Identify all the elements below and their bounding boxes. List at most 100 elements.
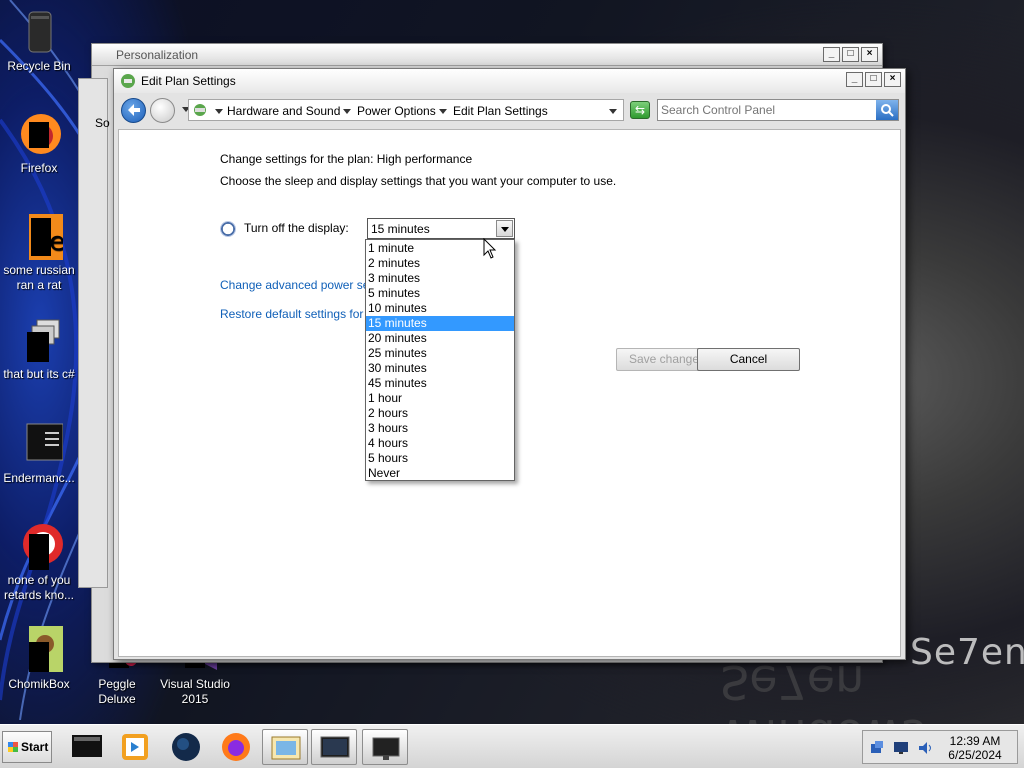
breadcrumb-caret-icon[interactable] <box>339 104 355 118</box>
terminal-icon <box>72 735 102 757</box>
dropdown-option[interactable]: 5 hours <box>366 451 514 466</box>
display-clock-icon <box>220 221 236 237</box>
taskbar-cmd[interactable] <box>64 729 110 765</box>
dropdown-option[interactable]: 20 minutes <box>366 331 514 346</box>
dropdown-option[interactable]: 30 minutes <box>366 361 514 376</box>
network-icon[interactable] <box>869 740 885 756</box>
taskbar-media-player[interactable] <box>112 729 158 765</box>
windows-stack-icon <box>15 316 63 364</box>
desktop-icon-endermanch[interactable]: Endermanc... <box>0 420 78 486</box>
desktop-icon-label: ChomikBox <box>8 677 70 691</box>
taskbar-personalization[interactable] <box>262 729 308 765</box>
window-title: Edit Plan Settings <box>141 74 236 88</box>
restore-default-settings-link[interactable]: Restore default settings for <box>220 307 368 321</box>
partial-text: So <box>95 116 110 130</box>
display-timeout-options-list[interactable]: 1 minute 2 minutes 3 minutes 5 minutes 10 mi… <box>365 239 515 481</box>
dropdown-option[interactable]: 15 minutes <box>366 316 514 331</box>
media-player-icon <box>122 734 148 760</box>
dropdown-option[interactable]: Never <box>366 466 514 481</box>
dropdown-option[interactable]: 3 hours <box>366 421 514 436</box>
background-window-partial[interactable]: So <box>78 78 110 588</box>
desktop-icon-russian-rat[interactable]: e some russian ran a rat <box>0 212 78 293</box>
control-panel-icon <box>194 104 206 116</box>
opera-icon <box>15 522 63 570</box>
dropdown-option[interactable]: 45 minutes <box>366 376 514 391</box>
selected-value: 15 minutes <box>371 222 430 236</box>
breadcrumb-caret-icon[interactable] <box>211 104 227 118</box>
desktop-icon-chomikbox[interactable]: ChomikBox <box>0 626 78 692</box>
taskbar: Start 12:39 AM 6/25/2024 <box>0 724 1024 768</box>
chomikbox-icon <box>15 626 63 674</box>
maximize-button[interactable]: □ <box>842 47 859 62</box>
breadcrumb-hardware-and-sound[interactable]: Hardware and Sound <box>227 104 340 118</box>
search-input[interactable] <box>661 102 876 118</box>
breadcrumb[interactable]: Hardware and Sound Power Options Edit Pl… <box>188 99 624 121</box>
desktop-icon-label: Recycle Bin <box>7 59 71 73</box>
desktop-icon-that-but-csharp[interactable]: that but its c# <box>0 316 78 382</box>
power-options-icon <box>120 73 136 89</box>
system-clock[interactable]: 12:39 AM 6/25/2024 <box>935 734 1015 762</box>
monitor-tray-icon[interactable] <box>893 740 909 756</box>
refresh-icon: ⇆ <box>634 103 646 117</box>
dropdown-option[interactable]: 25 minutes <box>366 346 514 361</box>
taskbar-globe[interactable] <box>163 729 209 765</box>
firefox-icon <box>15 110 63 158</box>
breadcrumb-power-options[interactable]: Power Options <box>357 104 436 118</box>
dropdown-option[interactable]: 3 minutes <box>366 271 514 286</box>
file-icon: e <box>15 212 65 260</box>
personalization-titlebar[interactable]: Personalization _ □ × <box>92 44 882 66</box>
desktop-icon-label: Firefox <box>20 161 58 175</box>
svg-text:e: e <box>49 227 63 257</box>
firefox-icon <box>222 733 250 761</box>
dropdown-option[interactable]: 10 minutes <box>366 301 514 316</box>
minimize-button[interactable]: _ <box>823 47 840 62</box>
taskbar-edit-plan-settings[interactable] <box>311 729 357 765</box>
plan-subheading: Choose the sleep and display settings th… <box>220 174 617 188</box>
globe-icon <box>172 733 200 761</box>
maximize-button[interactable]: □ <box>865 72 882 87</box>
personalization-title: Personalization <box>116 48 199 62</box>
desktop-icon-label: Endermanc... <box>3 471 75 485</box>
close-button[interactable]: × <box>884 72 901 87</box>
refresh-button[interactable]: ⇆ <box>630 101 650 119</box>
windows-logo-icon <box>8 742 18 752</box>
address-bar: Hardware and Sound Power Options Edit Pl… <box>118 95 901 125</box>
cancel-button[interactable]: Cancel <box>697 348 800 371</box>
search-box[interactable] <box>657 99 899 121</box>
close-button[interactable]: × <box>861 47 878 62</box>
start-button[interactable]: Start <box>2 731 52 763</box>
clock-date: 6/25/2024 <box>948 748 1002 762</box>
desktop-icon-opera[interactable]: none of you retards kno... <box>0 522 78 603</box>
search-button[interactable] <box>876 100 898 120</box>
taskbar-firefox[interactable] <box>213 729 259 765</box>
minimize-button[interactable]: _ <box>846 72 863 87</box>
chevron-down-icon <box>501 227 509 232</box>
window-titlebar[interactable]: Edit Plan Settings _ □ × <box>114 69 905 93</box>
taskbar-display-settings[interactable] <box>362 729 408 765</box>
desktop-icon-recycle-bin[interactable]: Recycle Bin <box>0 8 78 74</box>
dropdown-option[interactable]: 2 hours <box>366 406 514 421</box>
address-dropdown-icon[interactable] <box>605 104 621 118</box>
monitor-icon <box>320 736 350 758</box>
search-icon <box>881 104 894 117</box>
desktop-icon-firefox[interactable]: Firefox <box>0 110 78 176</box>
turn-off-display-label: Turn off the display: <box>244 221 349 235</box>
terminal-icon <box>15 420 64 468</box>
breadcrumb-caret-icon[interactable] <box>435 104 451 118</box>
notification-area: 12:39 AM 6/25/2024 <box>862 730 1018 764</box>
change-advanced-power-settings-link[interactable]: Change advanced power se <box>220 278 370 292</box>
desktop-icon-label: none of you retards kno... <box>3 573 75 602</box>
wallpaper-logo-text: Se7en <box>910 632 1024 673</box>
dropdown-option[interactable]: 5 minutes <box>366 286 514 301</box>
turn-off-display-select[interactable]: 15 minutes <box>367 218 515 239</box>
back-button[interactable] <box>121 98 146 123</box>
desktop-icon-label: Peggle Deluxe <box>98 677 136 706</box>
breadcrumb-edit-plan-settings[interactable]: Edit Plan Settings <box>453 104 548 118</box>
dropdown-option[interactable]: 1 hour <box>366 391 514 406</box>
forward-button[interactable] <box>150 98 175 123</box>
dropdown-option[interactable]: 4 hours <box>366 436 514 451</box>
dropdown-button[interactable] <box>496 220 513 237</box>
plan-heading: Change settings for the plan: High perfo… <box>220 152 473 166</box>
volume-icon[interactable] <box>917 740 933 756</box>
display-icon <box>372 737 400 760</box>
